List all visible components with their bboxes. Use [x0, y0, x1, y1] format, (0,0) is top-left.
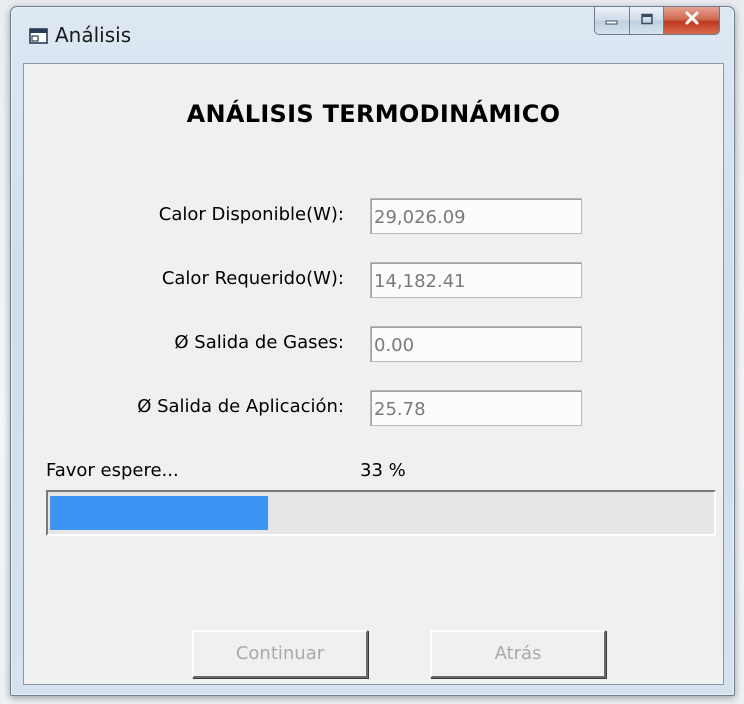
salida-gases-label: Ø Salida de Gases: [174, 332, 344, 353]
window-title: Análisis [55, 23, 132, 47]
calor-disponible-field[interactable]: 29,026.09 [370, 198, 582, 234]
title-bar[interactable]: Análisis [11, 7, 734, 63]
minimize-button[interactable] [594, 7, 630, 35]
window-app-icon [29, 27, 49, 45]
back-button[interactable]: Atrás [430, 630, 606, 678]
page-title: ANÁLISIS TERMODINÁMICO [186, 100, 561, 128]
progress-bar [46, 490, 716, 536]
window-client-area: ANÁLISIS TERMODINÁMICO Calor Disponible(… [23, 63, 724, 685]
progress-percent-text: 33 % [360, 460, 406, 481]
calor-disponible-label: Calor Disponible(W): [158, 204, 344, 225]
maximize-button[interactable] [630, 7, 664, 35]
maximize-icon [640, 12, 654, 30]
caption-buttons [594, 7, 720, 35]
calor-requerido-label: Calor Requerido(W): [161, 268, 344, 289]
progress-bar-fill [50, 496, 268, 530]
salida-aplicacion-label: Ø Salida de Aplicación: [137, 396, 344, 417]
salida-gases-field[interactable]: 0.00 [370, 326, 582, 362]
close-button[interactable] [664, 7, 720, 35]
calor-requerido-field[interactable]: 14,182.41 [370, 262, 582, 298]
salida-aplicacion-field[interactable]: 25.78 [370, 390, 582, 426]
close-icon [684, 11, 700, 30]
continue-button[interactable]: Continuar [192, 630, 368, 678]
status-message: Favor espere... [46, 460, 179, 481]
analysis-window: Análisis ANÁLISIS TERMODINÁMICO Calor Di… [10, 6, 735, 696]
minimize-icon [605, 12, 619, 30]
